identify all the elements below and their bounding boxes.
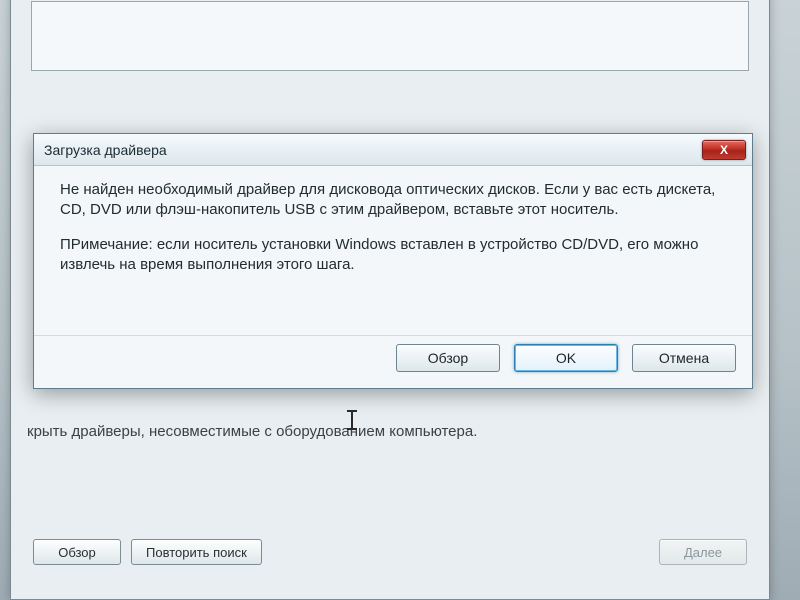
dialog-cancel-button[interactable]: Отмена xyxy=(632,344,736,372)
dialog-title: Загрузка драйвера xyxy=(44,142,167,158)
close-icon: X xyxy=(720,143,728,157)
installer-button-row: Обзор Повторить поиск Далее xyxy=(11,539,769,565)
installer-panel xyxy=(31,1,749,71)
parent-next-button: Далее xyxy=(659,539,747,565)
dialog-message-2: ПРимечание: если носитель установки Wind… xyxy=(60,235,726,276)
hide-incompatible-drivers-text: крыть драйверы, несовместимые с оборудов… xyxy=(27,423,749,440)
dialog-ok-button[interactable]: OK xyxy=(514,344,618,372)
close-button[interactable]: X xyxy=(702,140,746,160)
dialog-message-1: Не найден необходимый драйвер для дисков… xyxy=(60,180,726,221)
dialog-button-row: Обзор OK Отмена xyxy=(34,335,752,388)
dialog-browse-button[interactable]: Обзор xyxy=(396,344,500,372)
dialog-body: Не найден необходимый драйвер для дисков… xyxy=(34,166,752,335)
parent-rescan-button[interactable]: Повторить поиск xyxy=(131,539,262,565)
load-driver-dialog: Загрузка драйвера X Не найден необходимы… xyxy=(33,133,753,389)
parent-browse-button[interactable]: Обзор xyxy=(33,539,121,565)
dialog-titlebar[interactable]: Загрузка драйвера X xyxy=(34,134,752,166)
